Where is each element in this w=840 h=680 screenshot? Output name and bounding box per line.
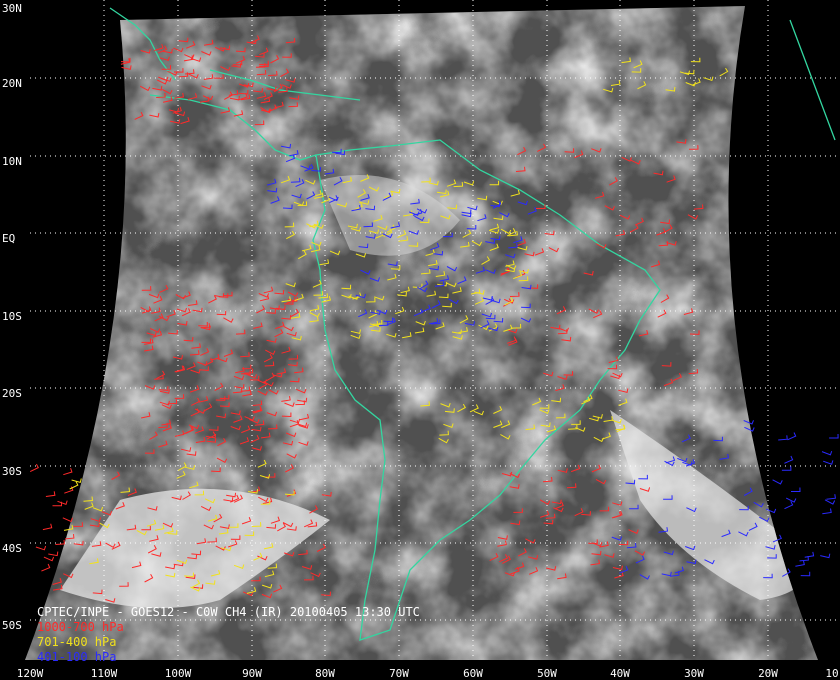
lat-label: 20N (2, 77, 22, 90)
wind-barb (69, 481, 79, 490)
product-title: CPTEC/INPE - GOES12 - C0W CH4 (IR) 20100… (37, 605, 420, 619)
lat-label: 30N (2, 2, 22, 15)
wind-barb (784, 501, 794, 510)
lat-label: 50S (2, 619, 22, 632)
legend-item-low: 1000-700 hPa (37, 620, 124, 634)
lat-label: 20S (2, 387, 22, 400)
wind-barb (826, 494, 836, 500)
lat-label: 30S (2, 465, 22, 478)
wind-barb (820, 553, 831, 559)
wind-barb (804, 551, 815, 558)
wind-barb (823, 460, 834, 465)
wind-barb (787, 432, 797, 441)
wind-barb (62, 517, 73, 523)
lon-label: 100W (164, 667, 192, 680)
wind-barb (45, 491, 56, 497)
wind-barb (64, 486, 74, 494)
lon-label: 70W (389, 667, 409, 680)
imagery (25, 6, 818, 660)
wind-barb (800, 571, 811, 577)
lon-label: 120W (16, 667, 44, 680)
lon-label: 10 (825, 667, 839, 680)
wind-barb (29, 463, 39, 473)
lon-label: 60W (463, 667, 483, 680)
lon-label: 30W (684, 667, 704, 680)
wind-barb (821, 450, 833, 456)
wind-barb (784, 455, 794, 464)
lon-label: 20W (758, 667, 778, 680)
wind-barb (781, 466, 792, 471)
legend: CPTEC/INPE - GOES12 - C0W CH4 (IR) 20100… (37, 605, 420, 665)
wind-barb (829, 433, 839, 439)
wind-barb (795, 560, 805, 567)
lon-label: 90W (242, 667, 262, 680)
wind-barb (824, 499, 836, 505)
lon-label: 80W (315, 667, 335, 680)
wind-barb (63, 468, 73, 476)
legend-item-mid: 701-400 hPa (37, 635, 117, 649)
wind-barb (57, 500, 68, 506)
wind-barb (41, 563, 51, 572)
lon-label: 40W (610, 667, 630, 680)
lat-label: 10N (2, 155, 22, 168)
wind-barb (822, 508, 832, 515)
wind-barb (35, 545, 47, 551)
lon-label: 110W (90, 667, 118, 680)
lon-label: 50W (537, 667, 557, 680)
satellite-wind-map (25, 0, 839, 660)
wind-barb (772, 479, 783, 485)
wind-barb (48, 551, 59, 557)
wind-barb (43, 556, 55, 562)
africa-coast (789, 19, 836, 141)
lat-label: EQ (2, 232, 16, 245)
wind-barb (791, 487, 801, 492)
legend-item-high: 401-100 hPa (37, 650, 117, 664)
wind-barb (42, 523, 53, 531)
lat-label: 10S (2, 310, 22, 323)
wind-barb (55, 539, 65, 545)
lat-label: 40S (2, 542, 22, 555)
wind-barb (778, 435, 788, 441)
